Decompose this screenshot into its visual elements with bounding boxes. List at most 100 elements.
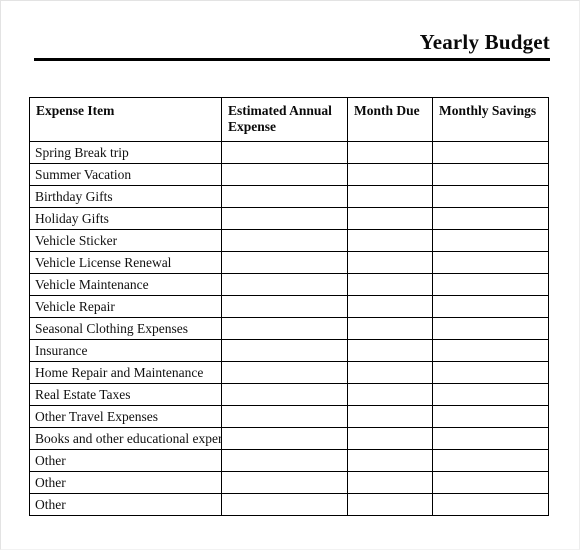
cell-monthly_savings[interactable] — [432, 207, 549, 230]
cell-estimated_annual_expense[interactable] — [221, 295, 348, 318]
document-page: Yearly Budget Expense Item Estimated Ann… — [0, 0, 580, 550]
cell-value-month_due — [349, 187, 432, 207]
cell-month_due[interactable] — [347, 251, 433, 274]
table-header: Expense Item Estimated Annual Expense Mo… — [29, 97, 549, 142]
cell-estimated_annual_expense[interactable] — [221, 427, 348, 450]
cell-monthly_savings[interactable] — [432, 295, 549, 318]
cell-month_due[interactable] — [347, 229, 433, 252]
cell-monthly_savings[interactable] — [432, 317, 549, 340]
cell-monthly_savings[interactable] — [432, 273, 549, 296]
cell-monthly_savings[interactable] — [432, 361, 549, 384]
cell-value-month_due — [349, 209, 432, 229]
cell-month_due[interactable] — [347, 141, 433, 164]
cell-estimated_annual_expense[interactable] — [221, 361, 348, 384]
cell-value-month_due — [349, 473, 432, 493]
cell-estimated_annual_expense[interactable] — [221, 339, 348, 362]
cell-value-month_due — [349, 363, 432, 383]
cell-month_due[interactable] — [347, 163, 433, 186]
cell-expense_item[interactable]: Other — [29, 471, 222, 494]
cell-expense_item[interactable]: Books and other educational expenses — [29, 427, 222, 450]
cell-estimated_annual_expense[interactable] — [221, 251, 348, 274]
cell-expense_item[interactable]: Real Estate Taxes — [29, 383, 222, 406]
cell-month_due[interactable] — [347, 185, 433, 208]
cell-expense_item[interactable]: Summer Vacation — [29, 163, 222, 186]
cell-monthly_savings[interactable] — [432, 185, 549, 208]
cell-value-monthly_savings — [434, 341, 548, 361]
cell-estimated_annual_expense[interactable] — [221, 471, 348, 494]
table-header-row: Expense Item Estimated Annual Expense Mo… — [29, 97, 549, 142]
cell-value-month_due — [349, 143, 432, 163]
cell-estimated_annual_expense[interactable] — [221, 229, 348, 252]
cell-value-month_due — [349, 275, 432, 295]
cell-monthly_savings[interactable] — [432, 141, 549, 164]
cell-expense_item[interactable]: Home Repair and Maintenance — [29, 361, 222, 384]
table-row: Real Estate Taxes — [29, 383, 549, 406]
cell-expense_item[interactable]: Other — [29, 449, 222, 472]
cell-monthly_savings[interactable] — [432, 163, 549, 186]
table-row: Insurance — [29, 339, 549, 362]
title-divider-rule — [34, 58, 550, 61]
cell-expense_item[interactable]: Vehicle Sticker — [29, 229, 222, 252]
cell-monthly_savings[interactable] — [432, 251, 549, 274]
cell-value-estimated_annual_expense — [223, 187, 347, 207]
table-row: Other — [29, 449, 549, 472]
cell-expense_item[interactable]: Other — [29, 493, 222, 516]
cell-month_due[interactable] — [347, 383, 433, 406]
table-row: Vehicle Repair — [29, 295, 549, 318]
cell-value-monthly_savings — [434, 143, 548, 163]
cell-value-monthly_savings — [434, 385, 548, 405]
cell-value-expense_item: Books and other educational expenses — [35, 431, 221, 446]
cell-estimated_annual_expense[interactable] — [221, 185, 348, 208]
cell-estimated_annual_expense[interactable] — [221, 317, 348, 340]
table-row: Vehicle Sticker — [29, 229, 549, 252]
cell-month_due[interactable] — [347, 361, 433, 384]
cell-expense_item[interactable]: Holiday Gifts — [29, 207, 222, 230]
cell-estimated_annual_expense[interactable] — [221, 163, 348, 186]
cell-month_due[interactable] — [347, 449, 433, 472]
cell-estimated_annual_expense[interactable] — [221, 141, 348, 164]
cell-monthly_savings[interactable] — [432, 449, 549, 472]
cell-month_due[interactable] — [347, 295, 433, 318]
cell-monthly_savings[interactable] — [432, 427, 549, 450]
cell-expense_item[interactable]: Vehicle Maintenance — [29, 273, 222, 296]
cell-monthly_savings[interactable] — [432, 471, 549, 494]
cell-month_due[interactable] — [347, 493, 433, 516]
cell-month_due[interactable] — [347, 427, 433, 450]
cell-estimated_annual_expense[interactable] — [221, 273, 348, 296]
cell-expense_item[interactable]: Other Travel Expenses — [29, 405, 222, 428]
cell-estimated_annual_expense[interactable] — [221, 405, 348, 428]
cell-month_due[interactable] — [347, 471, 433, 494]
cell-value-estimated_annual_expense — [223, 363, 347, 383]
cell-estimated_annual_expense[interactable] — [221, 383, 348, 406]
cell-month_due[interactable] — [347, 317, 433, 340]
cell-month_due[interactable] — [347, 207, 433, 230]
cell-monthly_savings[interactable] — [432, 493, 549, 516]
cell-month_due[interactable] — [347, 405, 433, 428]
cell-estimated_annual_expense[interactable] — [221, 493, 348, 516]
cell-monthly_savings[interactable] — [432, 339, 549, 362]
cell-expense_item[interactable]: Vehicle Repair — [29, 295, 222, 318]
cell-estimated_annual_expense[interactable] — [221, 207, 348, 230]
cell-month_due[interactable] — [347, 273, 433, 296]
cell-value-expense_item: Other — [35, 453, 66, 468]
cell-value-expense_item: Vehicle Sticker — [35, 233, 118, 248]
cell-expense_item[interactable]: Spring Break trip — [29, 141, 222, 164]
cell-value-month_due — [349, 231, 432, 251]
cell-estimated_annual_expense[interactable] — [221, 449, 348, 472]
cell-value-expense_item: Holiday Gifts — [35, 211, 109, 226]
cell-expense_item[interactable]: Birthday Gifts — [29, 185, 222, 208]
table-row: Seasonal Clothing Expenses — [29, 317, 549, 340]
column-header-expense-item: Expense Item — [29, 97, 222, 142]
cell-month_due[interactable] — [347, 339, 433, 362]
cell-monthly_savings[interactable] — [432, 229, 549, 252]
cell-value-month_due — [349, 253, 432, 273]
cell-expense_item[interactable]: Insurance — [29, 339, 222, 362]
cell-value-monthly_savings — [434, 231, 548, 251]
cell-monthly_savings[interactable] — [432, 383, 549, 406]
cell-value-monthly_savings — [434, 363, 548, 383]
cell-value-expense_item: Home Repair and Maintenance — [35, 365, 204, 380]
cell-value-month_due — [349, 385, 432, 405]
cell-expense_item[interactable]: Seasonal Clothing Expenses — [29, 317, 222, 340]
cell-expense_item[interactable]: Vehicle License Renewal — [29, 251, 222, 274]
cell-monthly_savings[interactable] — [432, 405, 549, 428]
